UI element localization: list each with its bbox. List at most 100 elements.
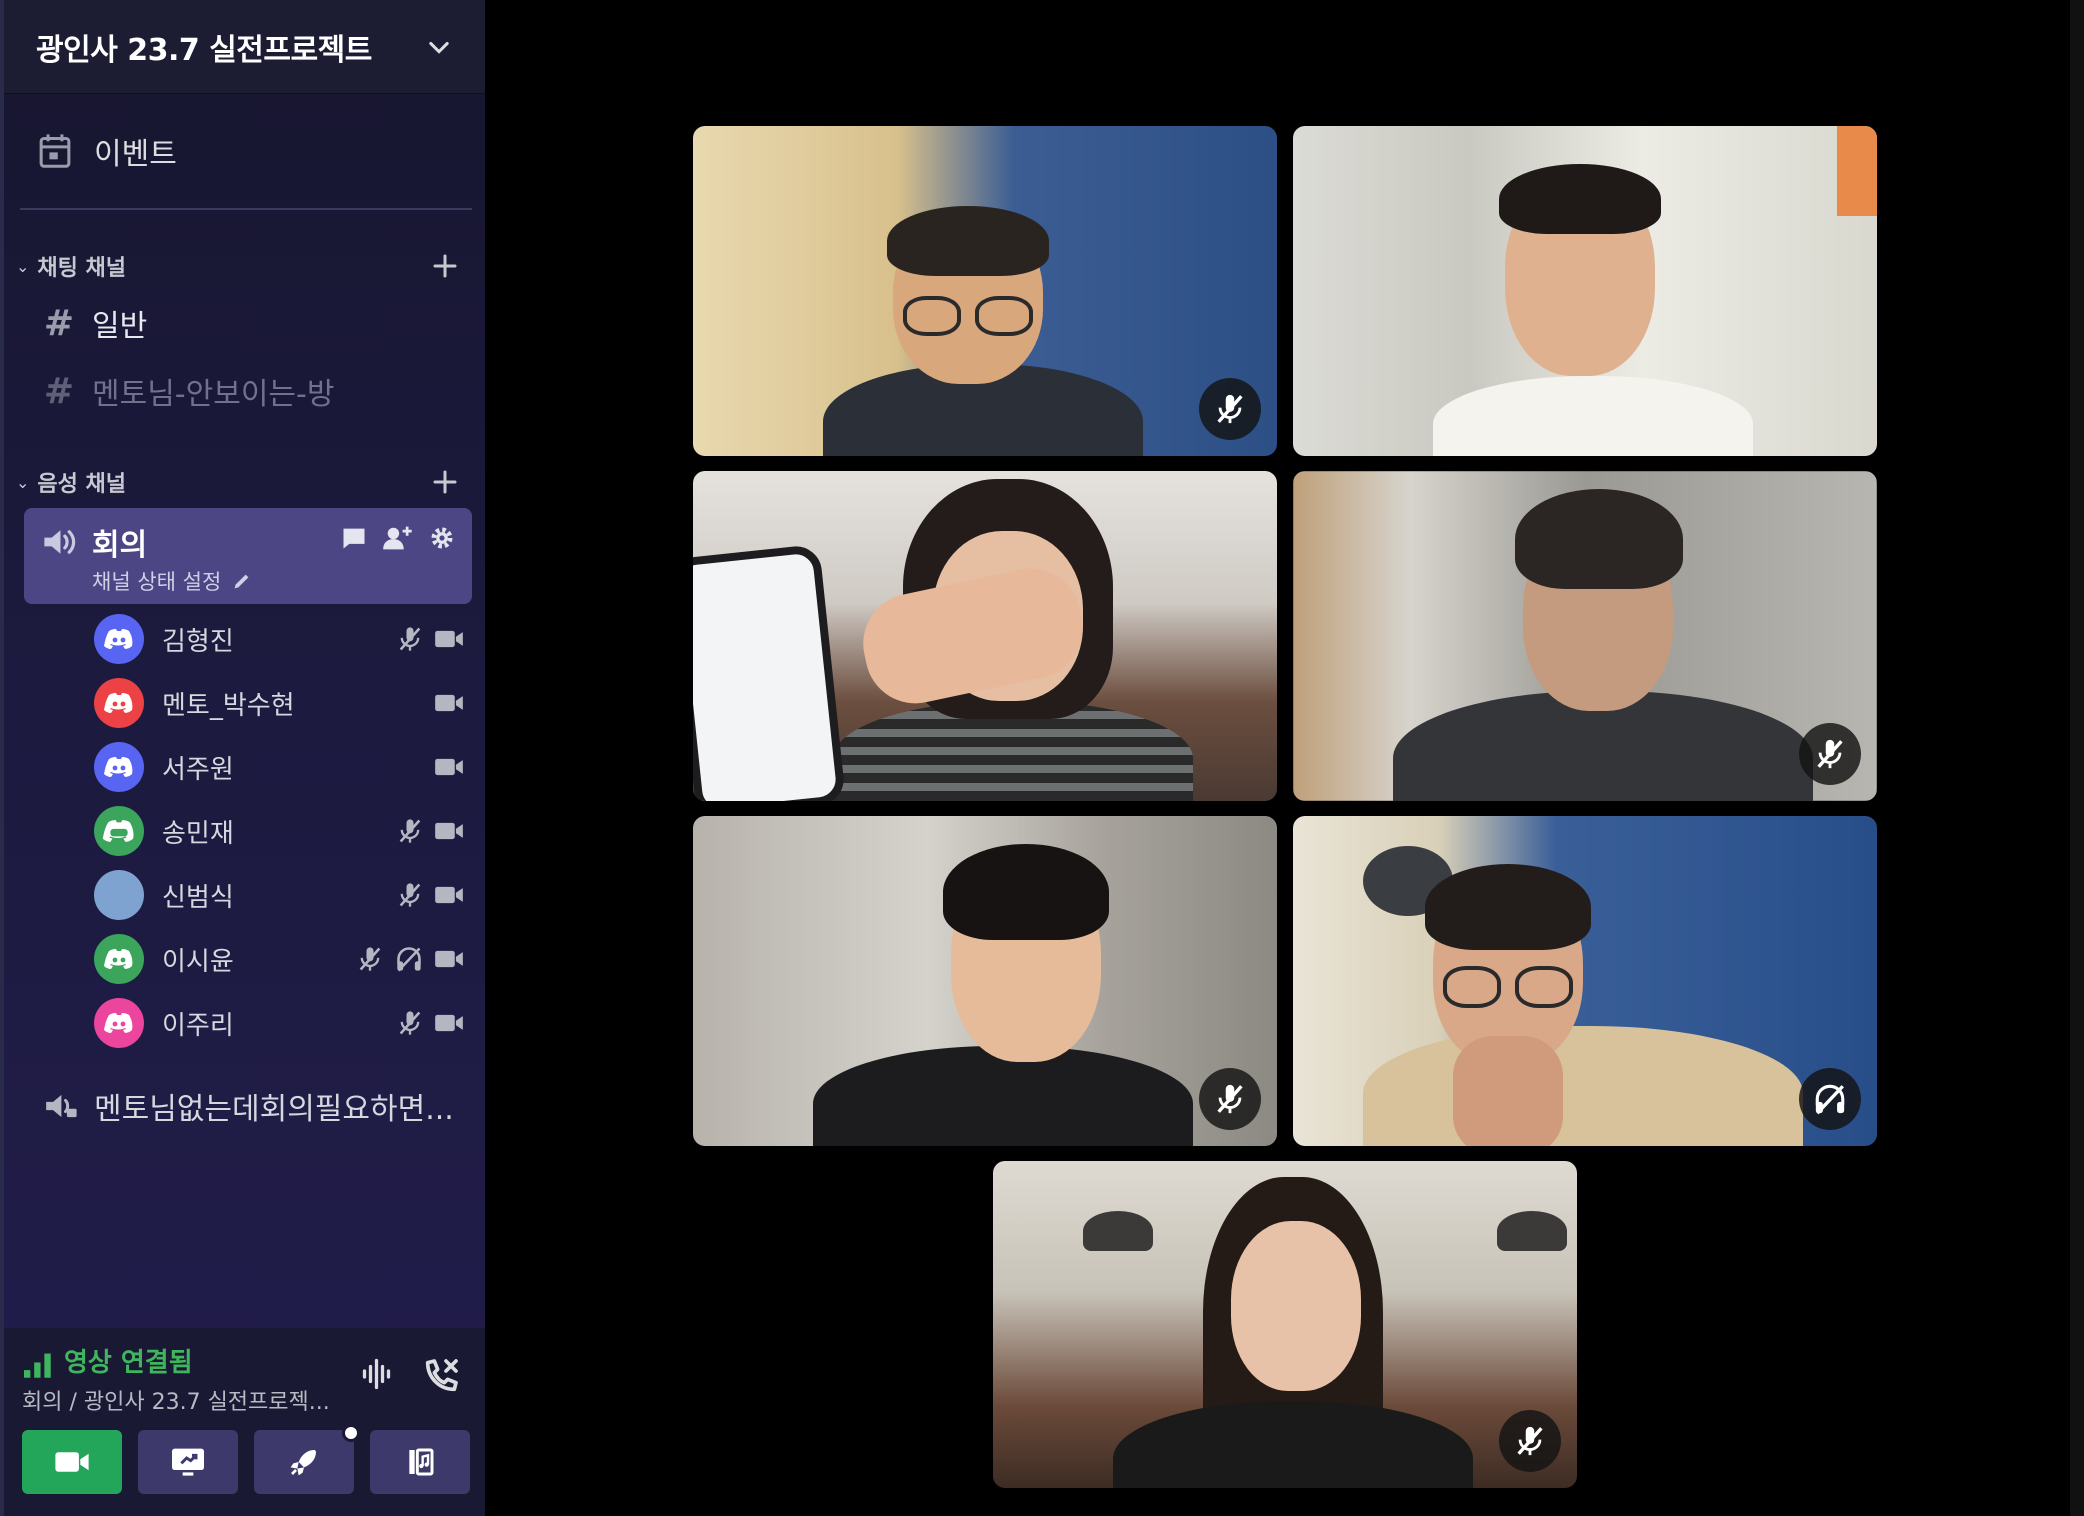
muted-badge (1799, 723, 1861, 785)
mic-muted-icon (1517, 1426, 1543, 1456)
connection-status-label: 영상 연결됨 (64, 1348, 193, 1378)
gear-icon[interactable] (428, 524, 456, 552)
video-camera-icon (435, 886, 463, 904)
category-label: 음성 채널 (37, 472, 127, 497)
mic-muted-icon (399, 819, 421, 843)
voice-user-name: 멘토_박수현 (162, 690, 295, 721)
person-body (813, 1046, 1193, 1146)
discord-logo-icon (102, 820, 134, 842)
camera-toggle-button[interactable] (22, 1430, 122, 1494)
voice-channel-label: 멘토님없는데회의필요하면... (94, 1092, 454, 1127)
mic-muted-icon (399, 1011, 421, 1035)
voice-user[interactable]: 송민재 (94, 805, 464, 857)
discord-logo-icon (104, 949, 133, 969)
avatar (94, 614, 144, 664)
lamp (1497, 1211, 1567, 1251)
mic-muted-icon (1817, 739, 1843, 769)
category-label: 채팅 채널 (37, 256, 127, 281)
connection-location[interactable]: 회의 / 광인사 23.7 실전프로젝... (22, 1384, 330, 1416)
channel-general[interactable]: # 일반 (42, 300, 147, 346)
channel-status-label: 채널 상태 설정 (92, 570, 222, 594)
avatar (94, 678, 144, 728)
discord-logo-icon (104, 693, 133, 713)
disconnect-call-icon[interactable] (421, 1356, 461, 1396)
lamp (1083, 1211, 1153, 1251)
voice-user-name: 이주리 (162, 1010, 234, 1041)
server-name: 광인사 23.7 실전프로젝트 (36, 32, 372, 68)
discord-logo-icon (104, 757, 133, 777)
mic-muted-icon (1217, 1084, 1243, 1114)
video-tile[interactable] (1293, 816, 1877, 1146)
mic-muted-icon (1217, 394, 1243, 424)
person-hair (1425, 864, 1591, 950)
voice-channel-name: 회의 (92, 528, 148, 563)
speaker-locked-icon (46, 1094, 77, 1118)
avatar (94, 870, 144, 920)
screen-share-button[interactable] (138, 1430, 238, 1494)
category-voice-channels[interactable]: ⌄ 음성 채널 (16, 464, 460, 500)
avatar (94, 742, 144, 792)
avatar (94, 934, 144, 984)
plus-icon[interactable] (430, 251, 460, 281)
video-tile[interactable] (693, 471, 1277, 801)
voice-user[interactable]: 이주리 (94, 997, 464, 1049)
muted-badge (1199, 378, 1261, 440)
signal-bars-icon (24, 1353, 51, 1378)
activities-button[interactable] (254, 1424, 360, 1494)
glasses (903, 296, 961, 336)
voice-user-name: 송민재 (162, 818, 234, 849)
invite-user-icon[interactable] (382, 524, 414, 552)
speaker-icon (44, 530, 76, 554)
person-hair (887, 206, 1049, 276)
video-tile[interactable] (693, 816, 1277, 1146)
pencil-icon (234, 574, 249, 589)
connection-status[interactable]: 영상 연결됨 (22, 1342, 193, 1379)
noise-suppression-icon[interactable] (359, 1356, 397, 1392)
server-header[interactable]: 광인사 23.7 실전프로젝트 (4, 0, 485, 94)
video-camera-icon (435, 822, 463, 840)
channel-label: 멘토님-안보이는-방 (92, 377, 335, 412)
discord-logo-icon (104, 629, 133, 649)
chevron-down-icon (429, 41, 449, 54)
channel-status[interactable]: 채널 상태 설정 (92, 566, 253, 596)
video-camera-icon (435, 950, 463, 968)
voice-user-name: 이시윤 (162, 946, 234, 977)
channel-mentor-hidden[interactable]: # 멘토님-안보이는-방 (42, 368, 335, 414)
video-tile[interactable] (1293, 126, 1877, 456)
background-object (1837, 126, 1877, 216)
soundboard-icon (409, 1448, 434, 1476)
plus-icon[interactable] (430, 467, 460, 497)
video-camera-icon (435, 694, 463, 712)
locked-hash-icon: # (43, 370, 75, 412)
hash-icon: # (43, 302, 75, 344)
events-item[interactable]: 이벤트 (38, 128, 177, 174)
headphones-deafened-icon (1815, 1084, 1845, 1115)
voice-channel-other[interactable]: 멘토님없는데회의필요하면... (42, 1084, 454, 1128)
deafened-badge (1799, 1068, 1861, 1130)
voice-user[interactable]: 신범식 (94, 869, 464, 921)
discord-logo-icon (104, 1013, 133, 1033)
chat-icon[interactable] (340, 524, 368, 552)
voice-user[interactable]: 멘토_박수현 (94, 677, 464, 729)
avatar (94, 806, 144, 856)
screen-share-icon (172, 1448, 204, 1476)
person-body (1363, 1026, 1803, 1146)
video-tile[interactable] (1293, 471, 1877, 801)
person-head (1231, 1221, 1361, 1391)
video-tile[interactable] (993, 1161, 1577, 1488)
voice-user-name: 김형진 (162, 626, 234, 657)
voice-user[interactable]: 김형진 (94, 613, 464, 665)
voice-channel-active[interactable]: 회의 채널 상태 설정 (24, 508, 472, 604)
glasses (975, 296, 1033, 336)
channel-sidebar: 광인사 23.7 실전프로젝트 이벤트 ⌄ 채팅 채널 # 일반 # 멘토님-안… (0, 0, 485, 1516)
category-text-channels[interactable]: ⌄ 채팅 채널 (16, 248, 460, 284)
voice-user[interactable]: 이시윤 (94, 933, 464, 985)
voice-user[interactable]: 서주원 (94, 741, 464, 793)
person-hair (1499, 164, 1661, 234)
caret-down-icon: ⌄ (16, 472, 30, 492)
video-tile[interactable] (693, 126, 1277, 456)
voice-user-name: 서주원 (162, 754, 234, 785)
mic-muted-icon (399, 627, 421, 651)
caret-down-icon: ⌄ (16, 256, 30, 276)
soundboard-button[interactable] (370, 1430, 470, 1494)
